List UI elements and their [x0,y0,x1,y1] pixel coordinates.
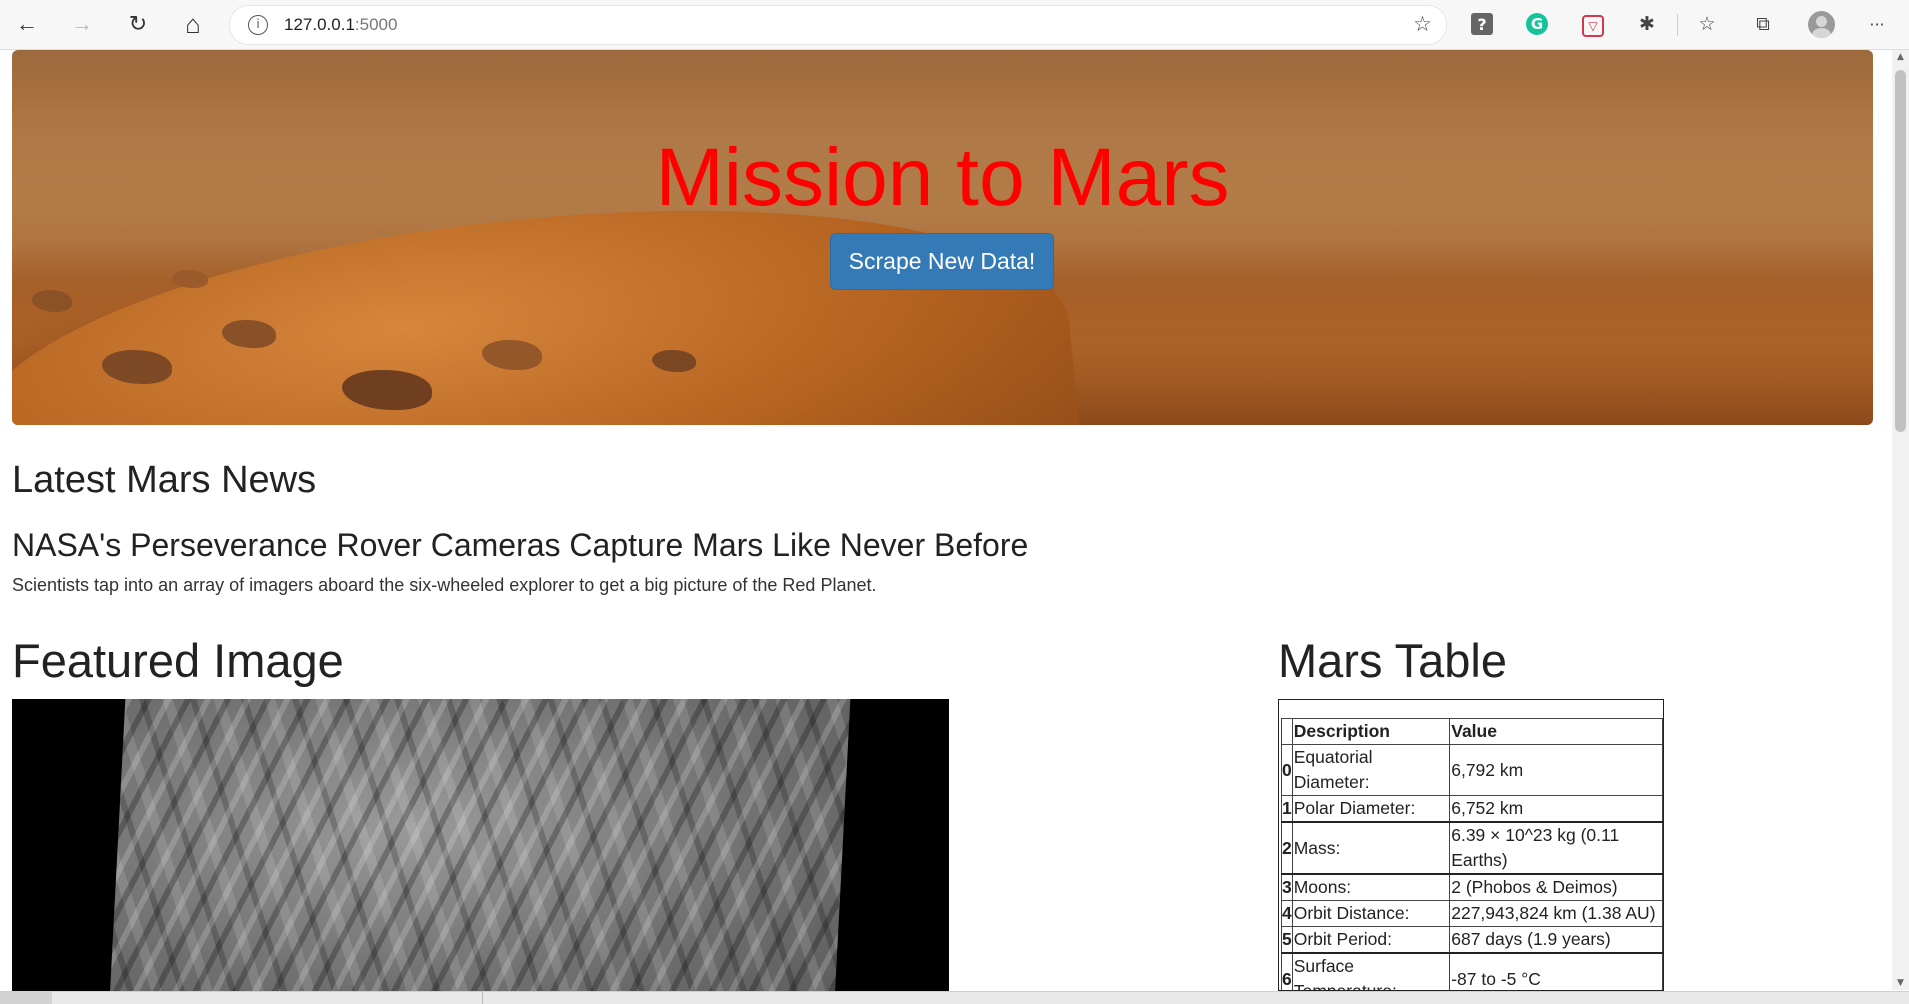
scrollbar-thumb[interactable] [1895,70,1906,432]
row-description: Surface Temperature: [1291,952,1451,990]
row-description: Orbit Period: [1291,926,1451,954]
taskbar-divider [482,992,483,1004]
row-description: Moons: [1291,873,1451,901]
row-index: 0 [1281,744,1293,796]
row-index: 3 [1281,873,1293,901]
page-scrollbar[interactable]: ▲ ▼ [1892,50,1909,990]
row-description: Polar Diameter: [1291,795,1451,823]
toolbar-divider [1677,14,1678,36]
row-value: 6,752 km [1449,795,1663,823]
scrape-new-data-button[interactable]: Scrape New Data! [830,233,1054,290]
os-taskbar [0,991,1909,1004]
row-description: Mass: [1291,821,1451,875]
url-port: :5000 [354,15,398,34]
table-row: 5 Orbit Period: 687 days (1.9 years) [1281,926,1663,954]
row-index: 1 [1281,795,1293,823]
table-row: 1 Polar Diameter: 6,752 km [1281,795,1663,823]
scroll-down-icon[interactable]: ▼ [1892,976,1909,990]
table-row: 0 Equatorial Diameter: 6,792 km [1281,744,1663,796]
mars-facts-table: Description Value 0 Equatorial Diameter:… [1281,718,1663,990]
row-value: 227,943,824 km (1.38 AU) [1449,900,1663,927]
puzzle-icon[interactable]: ✱ [1634,11,1660,37]
column-header-value: Value [1449,718,1663,745]
news-teaser: Scientists tap into an array of imagers … [12,575,877,595]
table-header-row: Description Value [1281,718,1663,745]
browser-toolbar: ← → ↻ ⌂ i 127.0.0.1:5000 ☆ ? G ▽ ✱ ☆ ⧉ ·… [0,0,1909,50]
table-row: 3 Moons: 2 (Phobos & Deimos) [1281,873,1663,901]
page-title: Mission to Mars [655,132,1230,223]
row-value: 6.39 × 10^23 kg (0.11 Earths) [1449,821,1663,875]
table-row: 2 Mass: 6.39 × 10^23 kg (0.11 Earths) [1281,821,1663,875]
table-row: 6 Surface Temperature: -87 to -5 °C [1281,952,1663,990]
news-title: NASA's Perseverance Rover Cameras Captur… [12,527,1029,563]
column-header-description: Description [1291,718,1451,745]
featured-image-heading: Featured Image [12,634,344,687]
row-value: 6,792 km [1449,744,1663,796]
pocket-icon[interactable]: ▽ [1582,15,1604,37]
url-host: 127.0.0.1 [284,15,355,34]
scroll-up-icon[interactable]: ▲ [1892,50,1909,64]
row-index: 4 [1281,900,1293,927]
info-icon[interactable]: i [248,15,268,35]
favorites-icon[interactable]: ☆ [1694,11,1720,37]
featured-image-dunes [108,699,851,991]
address-bar[interactable]: i 127.0.0.1:5000 ☆ [229,5,1447,45]
row-index: 6 [1281,952,1293,990]
featured-image [12,699,949,991]
row-description: Orbit Distance: [1291,900,1451,927]
row-value: 687 days (1.9 years) [1449,926,1663,954]
collections-icon[interactable]: ⧉ [1750,11,1776,37]
address-url[interactable]: 127.0.0.1:5000 [284,15,397,35]
help-extension-icon[interactable]: ? [1471,13,1493,35]
grammarly-icon[interactable]: G [1526,13,1548,35]
taskbar-start-area[interactable] [0,992,52,1004]
forward-arrow-icon[interactable]: → [64,6,100,42]
profile-avatar-icon[interactable] [1808,11,1835,38]
more-icon[interactable]: ··· [1864,11,1890,37]
table-row: 4 Orbit Distance: 227,943,824 km (1.38 A… [1281,900,1663,927]
home-icon[interactable]: ⌂ [175,6,211,42]
row-description: Equatorial Diameter: [1291,744,1451,796]
row-index: 5 [1281,926,1293,954]
mars-table-heading: Mars Table [1278,634,1508,687]
add-favorite-icon[interactable]: ☆ [1413,12,1432,36]
table-index-header [1281,718,1293,745]
latest-news-heading: Latest Mars News [12,459,317,501]
row-value: 2 (Phobos & Deimos) [1449,873,1663,901]
row-value: -87 to -5 °C [1449,952,1663,990]
hero-banner: Mission to Mars Scrape New Data! [12,50,1873,425]
back-arrow-icon[interactable]: ← [9,6,45,42]
row-index: 2 [1281,821,1293,875]
mars-table-container: Description Value 0 Equatorial Diameter:… [1278,699,1664,991]
refresh-icon[interactable]: ↻ [120,6,156,42]
